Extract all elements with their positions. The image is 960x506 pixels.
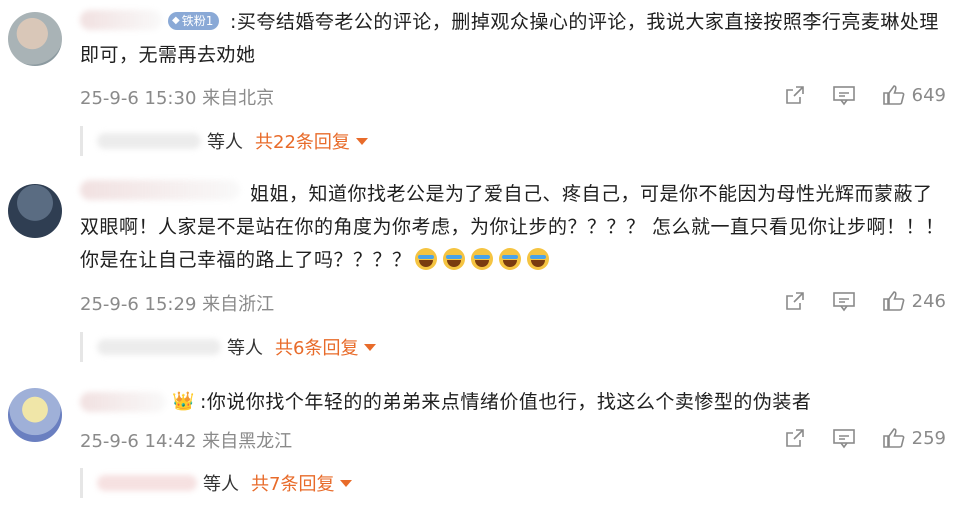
reply-usernames-blurred	[97, 133, 201, 149]
comment-meta: 25-9-6 14:42 来自黑龙江	[80, 431, 293, 452]
reply-divider	[80, 126, 83, 156]
crying-emoji-icon	[498, 248, 521, 270]
like-count: 649	[911, 84, 946, 106]
like-icon	[882, 85, 905, 105]
replies-link[interactable]: 等人 共7条回复	[80, 468, 353, 498]
comment-meta: 25-9-6 15:30 来自北京	[80, 88, 275, 109]
crying-emoji-icon	[414, 248, 437, 270]
share-button[interactable]	[784, 427, 806, 449]
comment-actions: 649	[784, 84, 946, 106]
avatar[interactable]	[8, 184, 62, 238]
share-button[interactable]	[784, 84, 806, 106]
comment-icon	[832, 292, 855, 312]
crying-emoji-icon	[526, 248, 549, 270]
replies-count-label: 共22条回复	[255, 132, 350, 153]
avatar[interactable]	[8, 388, 62, 442]
share-button[interactable]	[784, 290, 806, 312]
comment-button[interactable]	[832, 290, 856, 312]
comment-text: 姐姐，知道你找老公是为了爱自己、疼自己，可是你不能因为母性光辉而蒙蔽了双眼啊！人…	[80, 178, 950, 277]
comment-text-content: :买夸结婚夸老公的评论，删掉观众操心的评论，我说大家直接按照李行亮麦琳处理即可，…	[80, 11, 939, 66]
chevron-down-icon	[364, 343, 377, 351]
like-count: 259	[911, 427, 946, 449]
crying-emoji-icon	[442, 248, 465, 270]
replies-link[interactable]: 等人 共6条回复	[80, 332, 377, 362]
replies-count[interactable]: 共6条回复	[275, 334, 377, 360]
replies-suffix: 等人	[227, 338, 263, 359]
replies-count-label: 共7条回复	[251, 474, 335, 495]
replies-count-label: 共6条回复	[275, 338, 359, 359]
share-icon	[785, 429, 804, 447]
share-icon	[785, 86, 804, 104]
like-button[interactable]: 259	[882, 427, 946, 449]
comment-button[interactable]	[832, 84, 856, 106]
reply-usernames-blurred	[97, 475, 197, 491]
replies-count[interactable]: 共22条回复	[255, 128, 368, 154]
crying-emoji-row	[412, 248, 552, 271]
comment-button[interactable]	[832, 427, 856, 449]
avatar[interactable]	[8, 12, 62, 66]
like-count: 246	[911, 290, 946, 312]
comment-text: :买夸结婚夸老公的评论，删掉观众操心的评论，我说大家直接按照李行亮麦琳处理即可，…	[80, 6, 950, 72]
comment-text: :你说你找个年轻的的弟弟来点情绪价值也行，找这么个卖惨型的伪装者	[80, 386, 950, 419]
like-icon	[882, 291, 905, 311]
chevron-down-icon	[355, 137, 368, 145]
share-icon	[785, 292, 804, 310]
comment-actions: 259	[784, 427, 946, 449]
reply-divider	[80, 468, 83, 498]
like-icon	[882, 428, 905, 448]
like-button[interactable]: 246	[882, 290, 946, 312]
replies-suffix: 等人	[203, 474, 239, 495]
comment-text-content: :你说你找个年轻的的弟弟来点情绪价值也行，找这么个卖惨型的伪装者	[200, 391, 812, 413]
comment-actions: 246	[784, 290, 946, 312]
crying-emoji-icon	[470, 248, 493, 270]
like-button[interactable]: 649	[882, 84, 946, 106]
comment-icon	[832, 429, 855, 449]
chevron-down-icon	[340, 479, 353, 487]
replies-link[interactable]: 等人 共22条回复	[80, 126, 368, 156]
reply-usernames-blurred	[97, 339, 221, 355]
comment-icon	[832, 86, 855, 106]
replies-count[interactable]: 共7条回复	[251, 470, 353, 496]
comment-meta: 25-9-6 15:29 来自浙江	[80, 294, 275, 315]
reply-divider	[80, 332, 83, 362]
replies-suffix: 等人	[207, 132, 243, 153]
